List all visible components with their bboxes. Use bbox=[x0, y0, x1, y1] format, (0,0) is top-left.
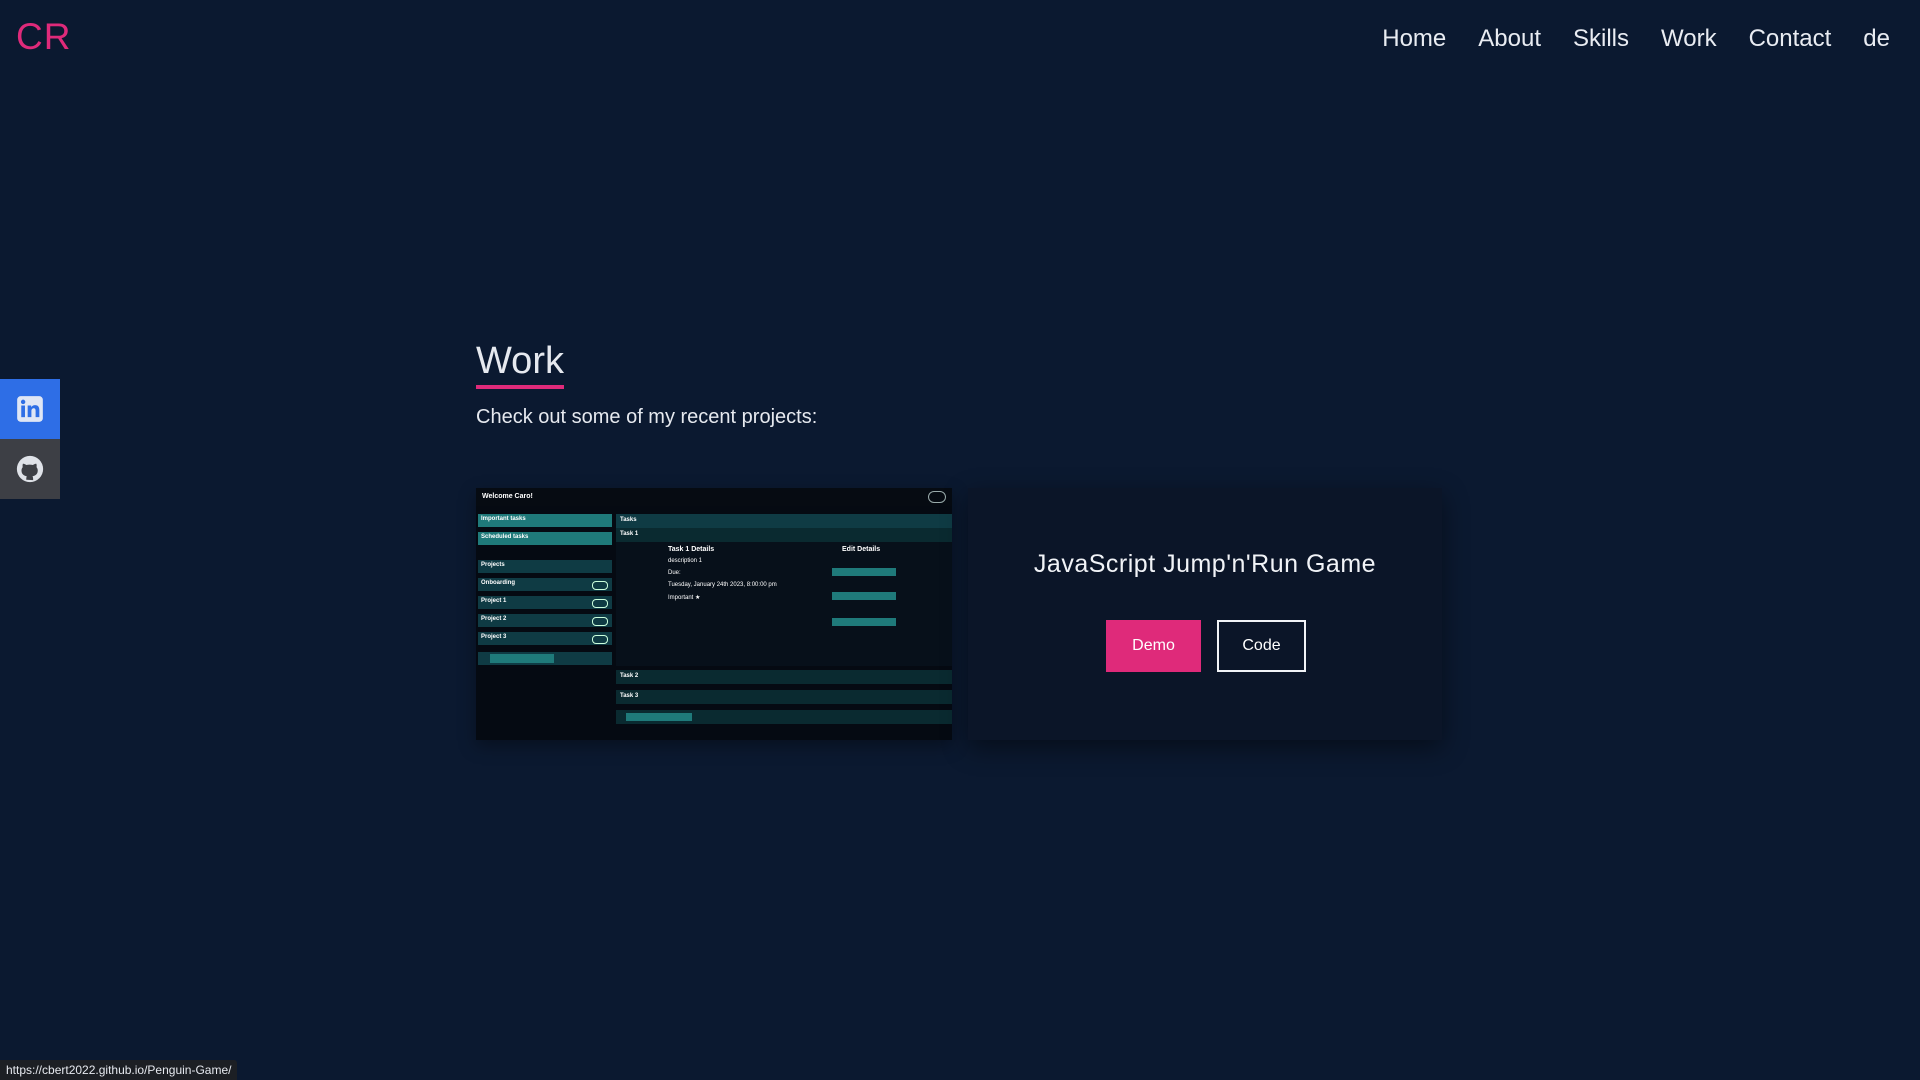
preview-welcome: Welcome Caro! bbox=[482, 493, 533, 500]
preview-topbar: Welcome Caro! bbox=[476, 488, 952, 506]
nav-about[interactable]: About bbox=[1478, 25, 1541, 53]
preview-text: description 1 bbox=[668, 558, 703, 564]
preview-item: Project 3 bbox=[478, 632, 612, 645]
demo-button[interactable]: Demo bbox=[1106, 620, 1201, 672]
status-bar-url: https://cbert2022.github.io/Penguin-Game… bbox=[0, 1060, 238, 1080]
preview-label: Onboarding bbox=[481, 580, 515, 586]
preview-field bbox=[832, 592, 896, 600]
project-screenshot[interactable]: Welcome Caro! Important tasks Scheduled … bbox=[476, 488, 952, 740]
site-logo[interactable]: CR bbox=[16, 16, 71, 58]
nav-work[interactable]: Work bbox=[1661, 25, 1717, 53]
preview-input bbox=[626, 713, 692, 721]
preview-input bbox=[490, 654, 554, 663]
project-title: JavaScript Jump'n'Run Game bbox=[1033, 550, 1377, 578]
preview-label: Project 2 bbox=[481, 616, 507, 622]
nav-language-de[interactable]: de bbox=[1863, 25, 1890, 53]
nav-skills[interactable]: Skills bbox=[1573, 25, 1629, 53]
preview-field bbox=[832, 618, 896, 626]
preview-item: Scheduled tasks bbox=[478, 532, 612, 545]
preview-bar: Tasks bbox=[616, 514, 952, 528]
preview-text: Tuesday, January 24th 2023, 8:00:00 pm bbox=[668, 582, 777, 588]
preview-label: Task 1 bbox=[620, 531, 639, 537]
github-button[interactable] bbox=[0, 439, 60, 499]
project-card: JavaScript Jump'n'Run Game Demo Code bbox=[968, 488, 1442, 740]
section-intro: Check out some of my recent projects: bbox=[476, 406, 818, 428]
preview-label: Tasks bbox=[620, 517, 637, 523]
linkedin-button[interactable] bbox=[0, 379, 60, 439]
preview-label: Projects bbox=[481, 562, 505, 568]
preview-item: Important tasks bbox=[478, 514, 612, 527]
preview-bar: Task 2 bbox=[616, 670, 952, 684]
preview-add-task bbox=[616, 710, 952, 724]
preview-delete-icon bbox=[592, 599, 608, 608]
nav-contact[interactable]: Contact bbox=[1749, 25, 1832, 53]
preview-label: Task 3 bbox=[620, 693, 639, 699]
nav-home[interactable]: Home bbox=[1382, 25, 1446, 53]
preview-logout-icon bbox=[928, 491, 946, 503]
page: CR Home About Skills Work Contact de Wor… bbox=[0, 0, 1920, 1080]
preview-label: Important tasks bbox=[481, 516, 526, 522]
preview-text: Due: bbox=[668, 570, 681, 576]
preview-delete-icon bbox=[592, 635, 608, 644]
preview-add-row bbox=[478, 652, 612, 665]
preview-label: Project 3 bbox=[481, 634, 507, 640]
code-button[interactable]: Code bbox=[1217, 620, 1306, 672]
preview-label: Scheduled tasks bbox=[481, 534, 529, 540]
section-title: Work bbox=[476, 340, 564, 389]
preview-sidebar: Important tasks Scheduled tasks Projects… bbox=[476, 508, 614, 740]
preview-text: Important ★ bbox=[668, 595, 701, 601]
preview-main: Tasks Task 1 Task 1 Details description … bbox=[616, 508, 952, 728]
preview-field bbox=[832, 568, 896, 576]
preview-details-title: Task 1 Details bbox=[668, 546, 715, 553]
preview-details: Task 1 Details description 1 Due: Tuesda… bbox=[616, 542, 952, 666]
preview-bar: Task 1 bbox=[616, 528, 952, 542]
preview-delete-icon bbox=[592, 617, 608, 626]
main-nav: Home About Skills Work Contact de bbox=[1382, 25, 1890, 53]
preview-bar: Task 3 bbox=[616, 690, 952, 704]
social-sidebar bbox=[0, 379, 60, 499]
preview-label: Task 2 bbox=[620, 673, 639, 679]
preview-edit-title: Edit Details bbox=[842, 546, 881, 553]
preview-item: Project 1 bbox=[478, 596, 612, 609]
preview-label: Project 1 bbox=[481, 598, 507, 604]
preview-item: Projects bbox=[478, 560, 612, 573]
preview-item: Project 2 bbox=[478, 614, 612, 627]
preview-delete-icon bbox=[592, 581, 608, 590]
linkedin-icon bbox=[17, 396, 43, 422]
github-icon bbox=[16, 455, 44, 483]
preview-item: Onboarding bbox=[478, 578, 612, 591]
